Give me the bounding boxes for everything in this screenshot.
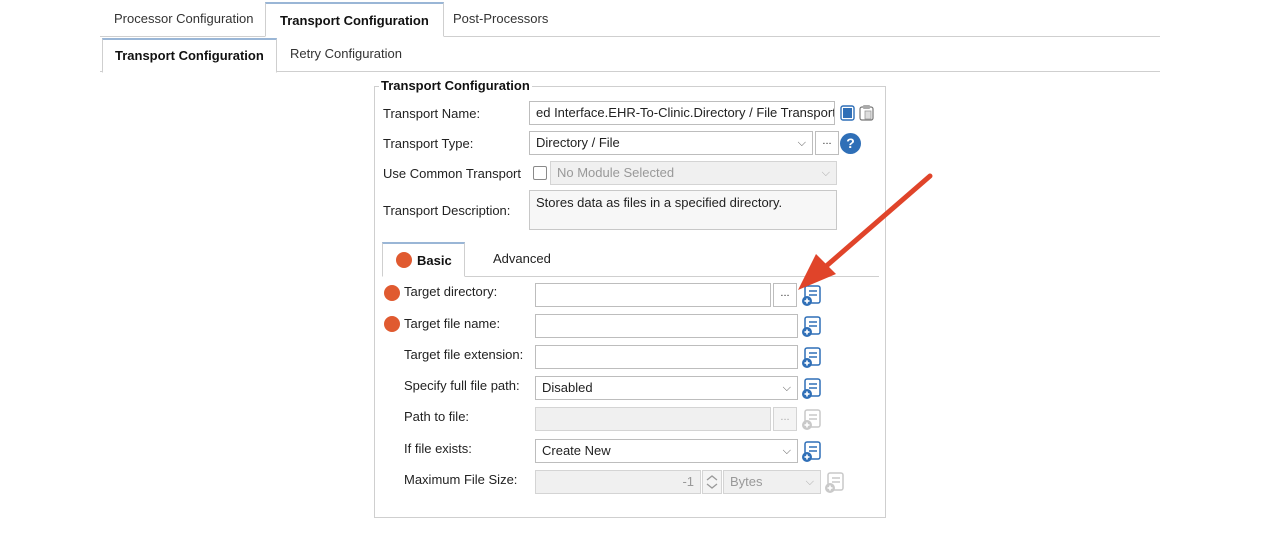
variable-insert-icon[interactable]	[800, 439, 824, 466]
specify-full-path-value: Disabled	[542, 380, 593, 395]
group-title: Transport Configuration	[379, 78, 532, 93]
top-tab-bar: Processor Configuration Transport Config…	[100, 0, 1160, 37]
max-file-size-label: Maximum File Size:	[404, 472, 518, 487]
copy-icon[interactable]	[839, 104, 857, 125]
target-file-extension-label: Target file extension:	[404, 347, 524, 362]
chevron-down-icon: ⌵	[797, 137, 806, 149]
if-file-exists-label: If file exists:	[404, 441, 472, 456]
chevron-down-icon: ⌵	[782, 382, 791, 394]
chevron-down-icon: ⌵	[782, 445, 791, 457]
target-directory-label: Target directory:	[404, 284, 498, 299]
if-file-exists-value: Create New	[542, 443, 611, 458]
common-module-value: No Module Selected	[557, 165, 675, 180]
max-file-size-unit-select: Bytes ⌵	[723, 470, 821, 494]
transport-type-label: Transport Type:	[383, 136, 474, 151]
subtab-transport-configuration[interactable]: Transport Configuration	[102, 38, 277, 73]
help-icon[interactable]: ?	[840, 133, 861, 154]
variable-insert-icon[interactable]	[800, 314, 824, 341]
variable-insert-icon	[823, 470, 847, 497]
variable-insert-icon[interactable]	[800, 376, 824, 403]
path-to-file-browse-button: ...	[773, 407, 797, 431]
specify-full-path-select[interactable]: Disabled ⌵	[535, 376, 798, 400]
max-file-size-spinner	[702, 470, 722, 494]
specify-full-path-label: Specify full file path:	[404, 378, 520, 393]
use-common-transport-label: Use Common Transport	[383, 166, 521, 181]
target-file-name-input[interactable]	[535, 314, 798, 338]
max-file-size-unit-value: Bytes	[730, 474, 763, 489]
transport-description-label: Transport Description:	[383, 203, 511, 218]
target-directory-input[interactable]	[535, 283, 771, 307]
transport-name-input[interactable]: ed Interface.EHR-To-Clinic.Directory / F…	[529, 101, 835, 125]
tab-basic-label: Basic	[417, 253, 452, 268]
transport-type-select[interactable]: Directory / File ⌵	[529, 131, 813, 155]
tab-transport-configuration[interactable]: Transport Configuration	[265, 2, 444, 37]
paste-icon[interactable]	[858, 104, 876, 125]
path-to-file-input	[535, 407, 771, 431]
required-indicator-icon	[384, 316, 400, 332]
path-to-file-label: Path to file:	[404, 409, 470, 424]
chevron-down-icon: ⌵	[805, 476, 814, 488]
transport-type-browse-button[interactable]: ...	[815, 131, 839, 155]
sub-tab-bar: Transport Configuration Retry Configurat…	[100, 36, 1160, 73]
if-file-exists-select[interactable]: Create New ⌵	[535, 439, 798, 463]
required-indicator-icon	[384, 285, 400, 301]
variable-insert-icon[interactable]	[800, 345, 824, 372]
variable-insert-icon	[800, 407, 824, 434]
transport-name-label: Transport Name:	[383, 106, 481, 121]
tab-processor-configuration[interactable]: Processor Configuration	[100, 2, 267, 35]
target-file-extension-input[interactable]	[535, 345, 798, 369]
max-file-size-input: -1	[535, 470, 701, 494]
target-file-name-label: Target file name:	[404, 316, 501, 331]
annotation-arrow-icon	[798, 173, 933, 290]
tab-post-processors[interactable]: Post-Processors	[439, 2, 562, 35]
tab-advanced[interactable]: Advanced	[493, 242, 551, 276]
use-common-transport-checkbox[interactable]	[533, 166, 547, 180]
transport-type-value: Directory / File	[536, 135, 620, 150]
tab-basic[interactable]: Basic	[382, 242, 465, 277]
required-indicator-icon	[396, 252, 412, 268]
subtab-retry-configuration[interactable]: Retry Configuration	[278, 38, 414, 71]
